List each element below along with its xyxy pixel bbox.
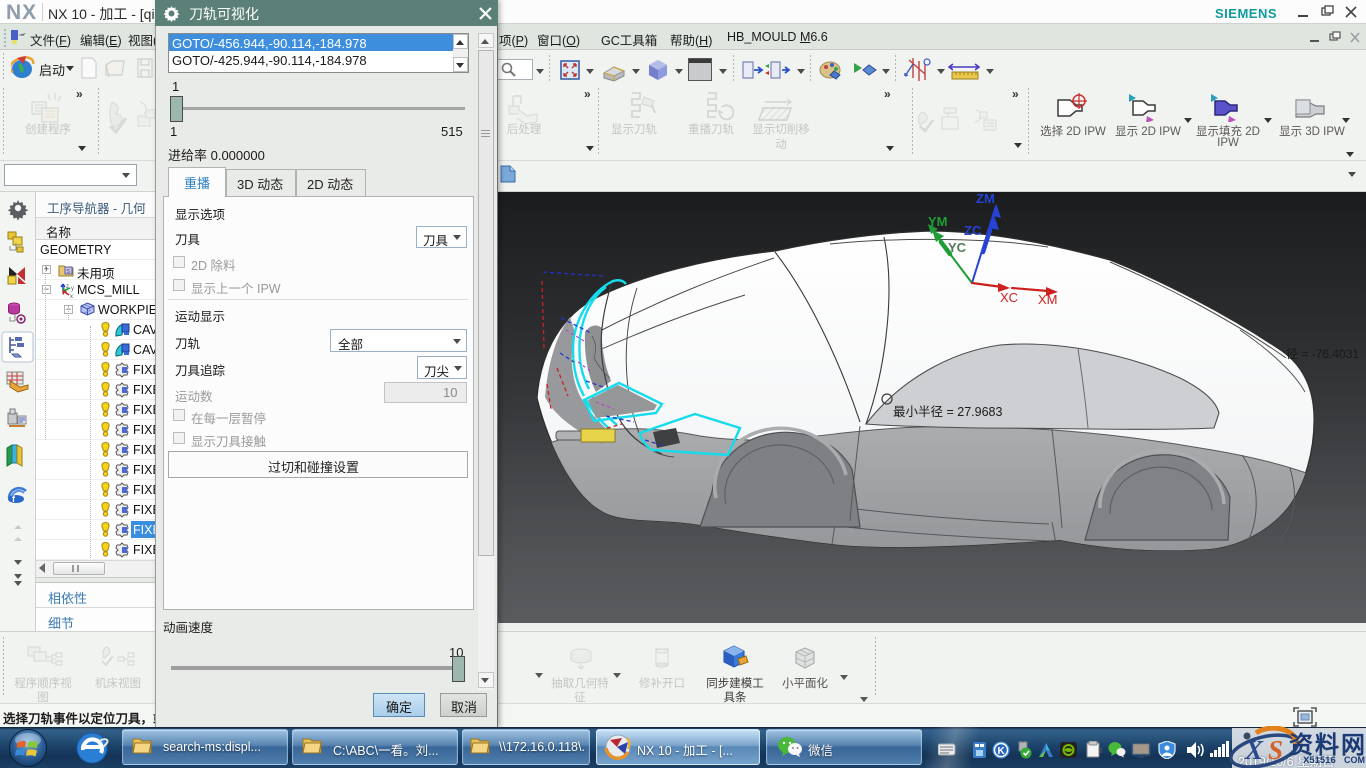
svg-text:最小半径 = 27.9683: 最小半径 = 27.9683 bbox=[893, 405, 1002, 419]
svg-text:S: S bbox=[1268, 735, 1283, 765]
svg-text:径 = -76.4031: 径 = -76.4031 bbox=[1286, 347, 1359, 361]
svg-text:ZM: ZM bbox=[976, 192, 995, 206]
svg-text:YM: YM bbox=[928, 214, 948, 229]
svg-text:X51516: X51516 bbox=[1303, 755, 1336, 766]
svg-text:YC: YC bbox=[948, 240, 967, 255]
svg-text:y: y bbox=[71, 286, 74, 292]
svg-text:COM: COM bbox=[1344, 755, 1365, 765]
svg-text:x: x bbox=[70, 294, 73, 298]
svg-text:XC: XC bbox=[1000, 290, 1018, 305]
svg-text:K: K bbox=[998, 746, 1006, 757]
svg-text:XM: XM bbox=[1038, 292, 1058, 307]
svg-text:s: s bbox=[67, 268, 71, 275]
svg-text:ZC: ZC bbox=[964, 223, 982, 238]
svg-text:z: z bbox=[66, 284, 69, 290]
svg-text:X: X bbox=[1244, 735, 1264, 765]
